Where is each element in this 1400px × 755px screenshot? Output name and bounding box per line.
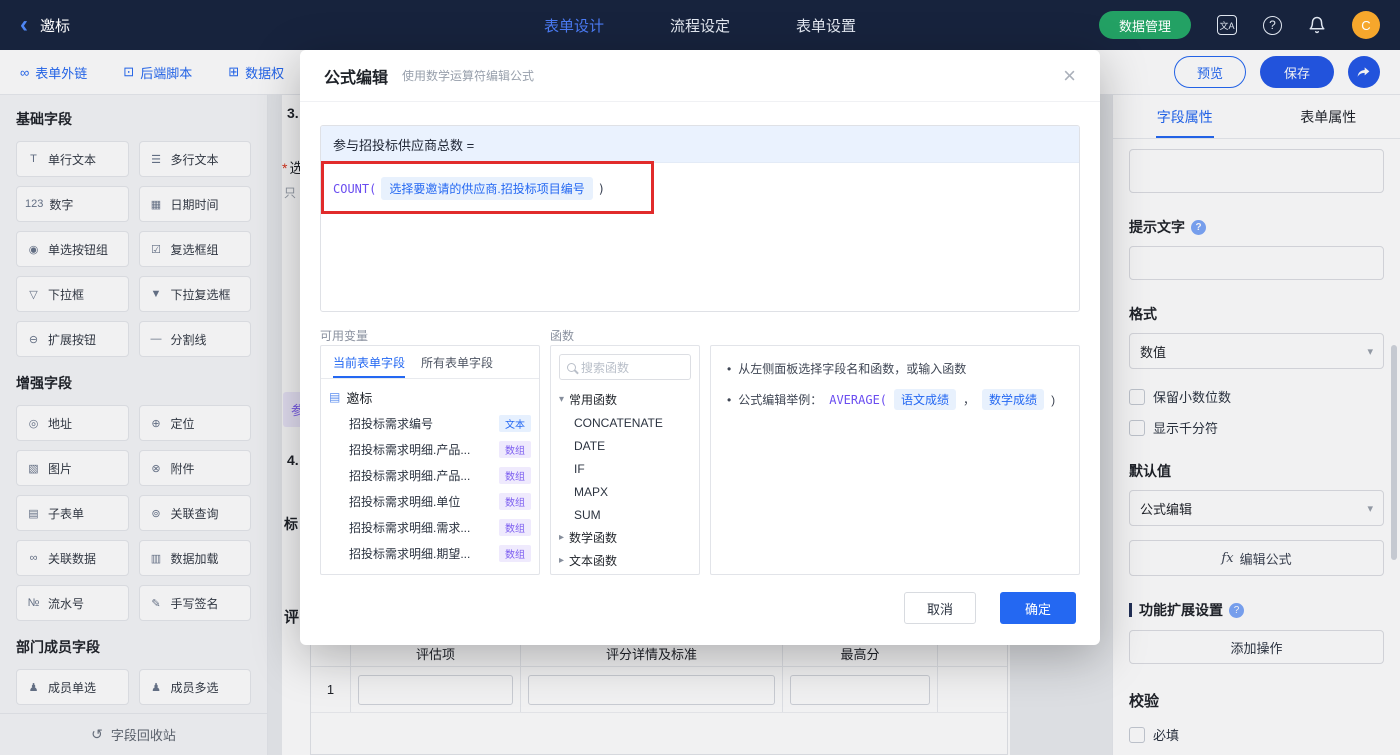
top-navbar: ‹ 邀标 表单设计 流程设定 表单设置 数据管理 文A ? C [0,0,1400,50]
example-field-chip: 数学成绩 [982,389,1045,410]
variable-item[interactable]: 招投标需求编号 文本 [329,410,531,436]
translate-icon[interactable]: 文A [1217,15,1237,35]
variable-name: 招投标需求明细.需求... [349,520,471,535]
formula-field-chip[interactable]: 选择要邀请的供应商.招投标项目编号 [381,177,593,200]
close-icon[interactable]: × [1063,64,1076,87]
variable-name: 招投标需求明细.单位 [349,494,461,509]
form-tree-root[interactable]: ▤ 邀标 [329,384,531,410]
function-search-input[interactable]: 搜索函数 [559,354,691,380]
function-group-label: 常用函数 [569,393,618,407]
help-panel: • 从左侧面板选择字段名和函数，或输入函数 • 公式编辑举例： AVERAGE(… [710,345,1080,575]
variable-item[interactable]: 招投标需求明细.单位 数组 [329,488,531,514]
help-line-2: • 公式编辑举例： AVERAGE( 语文成绩 ， 数学成绩 ) [727,389,1063,410]
search-icon [567,362,576,372]
chevron-right-icon: ▸ [559,555,565,566]
example-function-token: AVERAGE( [829,392,888,407]
variable-type-tag: 数组 [499,544,531,562]
example-field-chip: 语文成绩 [894,389,957,410]
scrollbar[interactable] [1391,345,1397,560]
formula-input-area[interactable]: COUNT( 选择要邀请的供应商.招投标项目编号 ) [321,163,1079,214]
variable-item[interactable]: 招投标需求明细.期望... 数组 [329,540,531,566]
variable-item[interactable]: 招投标需求明细.需求... 数组 [329,514,531,540]
help-icon[interactable]: ? [1263,15,1282,35]
formula-function-token: COUNT( [333,181,377,196]
function-group-label: 文本函数 [569,554,618,568]
var-tabs: 当前表单字段 所有表单字段 [321,346,539,379]
variable-type-tag: 数组 [499,440,531,458]
formula-target-bar: 参与招投标供应商总数 = [321,126,1079,163]
nav-tab-3[interactable]: 表单设置 [796,15,856,36]
nav-right: 数据管理 文A ? C [1098,11,1380,39]
nav-tabs: 表单设计 流程设定 表单设置 [544,0,856,50]
function-item-CONCATENATE[interactable]: CONCATENATE [551,411,699,434]
avatar[interactable]: C [1352,11,1380,39]
function-item-SUM[interactable]: SUM [551,503,699,526]
function-item-IF[interactable]: IF [551,457,699,480]
variables-panel: 当前表单字段 所有表单字段 ▤ 邀标 招投标需求编号 文本招投标需求明细.产品...… [320,345,540,575]
variable-type-tag: 文本 [499,414,531,432]
functions-label: 函数 [550,329,575,343]
formula-editor-box: 参与招投标供应商总数 = COUNT( 选择要邀请的供应商.招投标项目编号 ) [320,125,1080,312]
variable-list: 招投标需求编号 文本 招投标需求明细.产品... 数组 招投标需求明细.产品... 数组招… [329,410,531,566]
nav-tab-1[interactable]: 表单设计 [544,15,604,36]
variable-name: 招投标需求明细.产品... [349,442,471,457]
variables-label: 可用变量 [320,329,369,343]
data-manage-button[interactable]: 数据管理 [1098,11,1191,39]
modal-header: 公式编辑 使用数学运算符编辑公式 × [300,50,1100,102]
variable-type-tag: 数组 [499,518,531,536]
function-group-2[interactable]: ▸ 数学函数 [551,526,699,549]
modal-title: 公式编辑 [324,69,389,87]
chevron-right-icon: ▸ [559,532,565,543]
chevron-down-icon: ▾ [559,394,565,405]
modal-subtitle: 使用数学运算符编辑公式 [402,69,535,83]
modal-footer: 取消 确定 [904,592,1076,624]
formula-close-paren: ) [597,181,605,196]
var-tab-1[interactable]: 当前表单字段 [333,346,406,378]
variable-name: 招投标需求明细.产品... [349,468,471,483]
function-group-1[interactable]: ▾ 常用函数 [551,388,699,411]
variable-name: 招投标需求编号 [349,416,434,431]
cancel-button[interactable]: 取消 [904,592,976,624]
variable-item[interactable]: 招投标需求明细.产品... 数组 [329,462,531,488]
variable-name: 招投标需求明细.期望... [349,546,471,561]
nav-tab-2[interactable]: 流程设定 [670,15,730,36]
var-tab-2[interactable]: 所有表单字段 [421,346,493,378]
variable-type-tag: 数组 [499,466,531,484]
help-line-1: • 从左侧面板选择字段名和函数，或输入函数 [727,361,967,377]
function-group-3[interactable]: ▸ 文本函数 [551,549,699,572]
functions-panel: 搜索函数 ▾ 常用函数 CONCATENATE DATE IF MAPX SUM ▸ 数学函数 ▸… [550,345,700,575]
back-icon[interactable]: ‹ [20,13,28,37]
bell-icon[interactable] [1308,16,1326,34]
variable-list-wrap: ▤ 邀标 招投标需求编号 文本 招投标需求明细.产品... 数组 招投标需求明细.产品.… [321,379,539,571]
page-title: 邀标 [40,17,71,35]
variable-item[interactable]: 招投标需求明细.产品... 数组 [329,436,531,462]
file-icon: ▤ [329,390,341,404]
search-placeholder: 搜索函数 [581,360,630,375]
formula-editor-modal: 公式编辑 使用数学运算符编辑公式 × 参与招投标供应商总数 = COUNT( 选… [300,50,1100,645]
variable-type-tag: 数组 [499,492,531,510]
function-item-MAPX[interactable]: MAPX [551,480,699,503]
function-item-DATE[interactable]: DATE [551,434,699,457]
confirm-button[interactable]: 确定 [1000,592,1076,624]
function-group-label: 数学函数 [569,531,618,545]
function-tree: ▾ 常用函数 CONCATENATE DATE IF MAPX SUM ▸ 数学函数 ▸ 文本函数 [551,388,699,572]
